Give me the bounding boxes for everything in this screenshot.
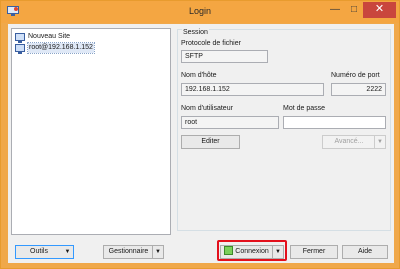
port-label: Numéro de port (331, 72, 380, 79)
computer-icon (15, 44, 25, 54)
login-window: Login — □ ✕ Nouveau Site root@192.168.1.… (0, 0, 400, 269)
dialog-body: Nouveau Site root@192.168.1.152 Session … (8, 24, 394, 263)
port-field[interactable]: 2222 (331, 83, 386, 96)
manager-button[interactable]: Gestionnaire ▼ (103, 245, 164, 259)
computer-icon (15, 33, 25, 43)
password-label: Mot de passe (283, 105, 326, 112)
chevron-down-icon[interactable]: ▼ (374, 136, 385, 148)
host-label: Nom d'hôte (181, 72, 217, 79)
chevron-down-icon[interactable]: ▼ (152, 246, 163, 258)
protocol-select[interactable]: SFTP (181, 50, 268, 63)
title-bar[interactable]: Login — □ ✕ (1, 1, 399, 23)
help-button[interactable]: Aide (342, 245, 388, 259)
connect-highlight (217, 240, 287, 261)
advanced-button[interactable]: Avancé... ▼ (322, 135, 386, 149)
protocol-label: Protocole de fichier (181, 40, 241, 47)
close-button[interactable]: Fermer (290, 245, 338, 259)
session-group: Session Protocole de fichier SFTP Nom d'… (177, 29, 391, 231)
site-tree[interactable]: Nouveau Site root@192.168.1.152 (11, 28, 171, 235)
session-group-title: Session (182, 29, 209, 36)
close-icon[interactable]: ✕ (363, 2, 396, 18)
password-field[interactable] (283, 116, 386, 129)
username-label: Nom d'utilisateur (181, 105, 233, 112)
tools-button[interactable]: Outils ▼ (15, 245, 74, 259)
site-item-label: Nouveau Site (28, 33, 71, 40)
chevron-down-icon[interactable]: ▼ (62, 246, 73, 258)
maximize-icon[interactable]: □ (345, 2, 363, 18)
advanced-button-label: Avancé... (334, 138, 364, 145)
host-field[interactable]: 192.168.1.152 (181, 83, 324, 96)
edit-button[interactable]: Editer (181, 135, 240, 149)
manager-button-label: Gestionnaire (108, 248, 149, 255)
username-field[interactable]: root (181, 116, 279, 129)
site-item-label: root@192.168.1.152 (27, 42, 95, 54)
minimize-icon[interactable]: — (326, 2, 344, 18)
tools-button-label: Outils (30, 248, 48, 255)
